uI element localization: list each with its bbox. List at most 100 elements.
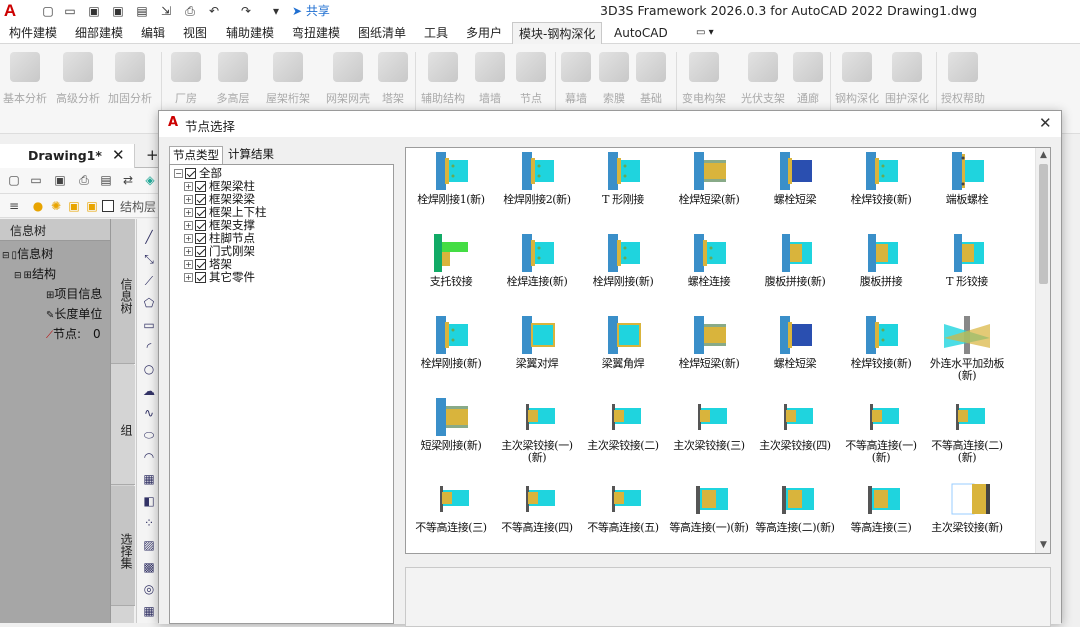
copy-icon[interactable]: ▤	[134, 3, 150, 19]
expand-icon[interactable]: +	[184, 247, 193, 256]
node-option[interactable]: 等高连接(一)(新)	[666, 478, 752, 553]
node-option[interactable]: 螺栓短梁	[752, 314, 838, 397]
customize-qat-icon[interactable]: ▾	[268, 3, 284, 19]
ellipse-icon[interactable]: ⬭	[141, 427, 157, 443]
tree-node[interactable]: + 其它零件	[184, 271, 255, 284]
node-option[interactable]: 主次梁铰接(新)	[924, 478, 1010, 553]
node-option[interactable]: 栓焊连接(新)	[494, 232, 580, 315]
tab-twist-modeling[interactable]: 弯扭建模	[290, 22, 342, 44]
print-icon[interactable]: ⎙	[76, 172, 92, 188]
node-option[interactable]: 栓焊刚接(新)	[408, 314, 494, 397]
new-icon[interactable]: ▢	[40, 3, 56, 19]
node-option[interactable]: 栓焊铰接(新)	[838, 150, 924, 233]
spline-icon[interactable]: ∿	[141, 405, 157, 421]
node-option[interactable]: 栓焊短梁(新)	[666, 314, 752, 397]
node-option[interactable]: 梁翼角焊	[580, 314, 666, 397]
checkbox[interactable]	[195, 246, 206, 257]
ellipse-arc-icon[interactable]: ◠	[141, 449, 157, 465]
share-button[interactable]: ➤ 共享	[292, 1, 330, 21]
save-as-icon[interactable]: ▣	[110, 3, 126, 19]
polygon-icon[interactable]: ⬠	[141, 295, 157, 311]
node-option[interactable]: 主次梁铰接(一)(新)	[494, 396, 580, 479]
tab-node-type[interactable]: 节点类型	[169, 146, 223, 164]
undo-icon[interactable]: ↶	[206, 3, 222, 19]
node-option[interactable]: 主次梁铰接(四)	[752, 396, 838, 479]
bulb-icon[interactable]: ●	[30, 198, 46, 214]
node-option[interactable]: 栓焊刚接1(新)	[408, 150, 494, 233]
node-option[interactable]: 不等高连接(四)	[494, 478, 580, 553]
node-option[interactable]: 主次梁铰接(二)	[580, 396, 666, 479]
checkbox[interactable]	[195, 233, 206, 244]
tab-multi-user[interactable]: 多用户	[464, 22, 504, 44]
line-icon[interactable]: ╱	[141, 229, 157, 245]
open-icon[interactable]: ▭	[28, 172, 44, 188]
layer-manager-icon[interactable]: ≡	[6, 198, 22, 214]
publish-icon[interactable]: ⇄	[120, 172, 136, 188]
new-tab-icon[interactable]: +	[146, 146, 159, 164]
print-icon[interactable]: ⎙	[182, 3, 198, 19]
checkbox[interactable]	[195, 181, 206, 192]
tab-calc-result[interactable]: 计算结果	[225, 146, 277, 164]
tab-aux-modeling[interactable]: 辅助建模	[224, 22, 276, 44]
node-option[interactable]: 腹板拼接	[838, 232, 924, 315]
tree-item-nodes[interactable]: ⟋节点: 0	[46, 324, 101, 344]
checkbox[interactable]	[195, 259, 206, 270]
table-icon[interactable]: ▦	[141, 603, 157, 619]
node-option[interactable]: 螺栓短梁	[752, 150, 838, 233]
circle-icon[interactable]: ○	[141, 361, 157, 377]
point-icon[interactable]: ⁘	[141, 515, 157, 531]
checkbox[interactable]	[185, 168, 196, 179]
checkbox[interactable]	[195, 220, 206, 231]
side-tab-group[interactable]: 组	[111, 365, 135, 485]
tab-tools[interactable]: 工具	[422, 22, 450, 44]
side-tab-info-tree[interactable]: 信息树	[111, 219, 135, 364]
tree-item-length-unit[interactable]: ✎长度单位	[46, 304, 102, 324]
node-option[interactable]: 栓焊短梁(新)	[666, 150, 752, 233]
tree-item-structure[interactable]: ⊟ ⊞结构	[14, 264, 56, 284]
checkbox[interactable]	[195, 207, 206, 218]
layer-name[interactable]: 结构层	[120, 198, 156, 215]
import-icon[interactable]: ⇲	[158, 3, 174, 19]
expand-icon[interactable]: +	[184, 234, 193, 243]
expand-icon[interactable]: +	[184, 208, 193, 217]
node-option[interactable]: 支托铰接	[408, 232, 494, 315]
tab-edit[interactable]: 编辑	[139, 22, 167, 44]
node-option[interactable]: 等高连接(二)(新)	[752, 478, 838, 553]
node-option[interactable]: 梁翼对焊	[494, 314, 580, 397]
dialog-title-bar[interactable]: A 节点选择 ✕	[159, 111, 1061, 137]
lock-icon[interactable]: ▣	[66, 198, 82, 214]
node-option[interactable]: 不等高连接(一)(新)	[838, 396, 924, 479]
cube-icon[interactable]: ◈	[142, 172, 158, 188]
scroll-down-icon[interactable]: ▼	[1036, 538, 1050, 552]
cloud-icon[interactable]: ☁	[141, 383, 157, 399]
node-option[interactable]: 螺栓连接	[666, 232, 752, 315]
app-logo[interactable]: A	[0, 0, 20, 22]
xline-icon[interactable]: ⟋	[141, 273, 157, 289]
hatch-icon[interactable]: ▨	[141, 537, 157, 553]
expand-icon[interactable]: +	[184, 182, 193, 191]
region-icon[interactable]: ◎	[141, 581, 157, 597]
tab-component-modeling[interactable]: 构件建模	[7, 22, 59, 44]
tab-detail-modeling[interactable]: 细部建模	[73, 22, 125, 44]
node-option[interactable]: 等高连接(三)	[838, 478, 924, 553]
collapse-icon[interactable]: −	[174, 169, 183, 178]
expand-icon[interactable]: +	[184, 260, 193, 269]
tab-steel-detailing[interactable]: 模块-钢构深化	[512, 22, 603, 45]
checkbox[interactable]	[195, 194, 206, 205]
ribbon-basic-analysis[interactable]: 基本分析	[2, 50, 48, 120]
node-option[interactable]: 不等高连接(二)(新)	[924, 396, 1010, 479]
node-option[interactable]: 外连水平加劲板(新)	[924, 314, 1010, 397]
tab-view[interactable]: 视图	[181, 22, 209, 44]
tree-item-project-info[interactable]: ⊞项目信息	[46, 284, 102, 304]
save-icon[interactable]: ▣	[52, 172, 68, 188]
unlock-icon[interactable]: ▣	[84, 198, 100, 214]
make-block-icon[interactable]: ◧	[141, 493, 157, 509]
scroll-thumb[interactable]	[1039, 164, 1048, 284]
node-option[interactable]: 栓焊刚接2(新)	[494, 150, 580, 233]
node-option[interactable]: T 形刚接	[580, 150, 666, 233]
color-swatch[interactable]	[102, 200, 114, 212]
sun-icon[interactable]: ✺	[48, 198, 64, 214]
rectangle-icon[interactable]: ▭	[141, 317, 157, 333]
expand-icon[interactable]: +	[184, 273, 193, 282]
tab-drawing-list[interactable]: 图纸清单	[356, 22, 408, 44]
